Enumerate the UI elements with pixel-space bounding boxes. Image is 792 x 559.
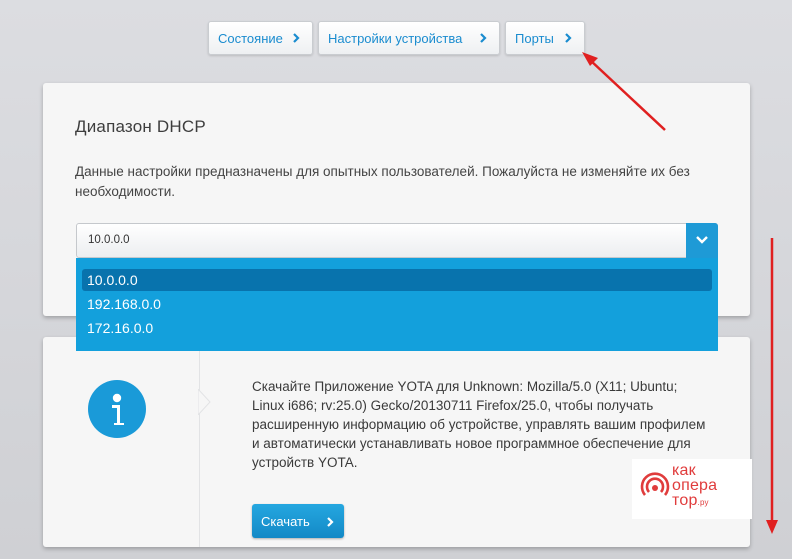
select-toggle-button[interactable] xyxy=(686,223,718,258)
app-promo-text: Скачайте Приложение YOTA для Unknown: Mo… xyxy=(252,379,706,470)
dropdown-option[interactable]: 172.16.0.0 xyxy=(82,317,712,339)
watermark-line3: тор xyxy=(672,492,698,509)
chevron-right-icon xyxy=(565,33,572,43)
tab-ports-label: Порты xyxy=(515,30,554,46)
chevron-right-icon xyxy=(480,33,487,43)
card-divider xyxy=(199,337,200,547)
dhcp-description: Данные настройки предназначены для опытн… xyxy=(75,164,690,199)
annotation-arrow-scroll-down xyxy=(766,238,778,534)
dropdown-option[interactable]: 192.168.0.0 xyxy=(82,293,712,315)
watermark-line3-wrap: тор.ру xyxy=(672,493,717,510)
download-button-label: Скачать xyxy=(261,513,310,529)
chevron-down-icon xyxy=(696,236,708,244)
info-icon xyxy=(88,380,146,438)
watermark-line1: как xyxy=(672,462,696,479)
tab-device-settings[interactable]: Настройки устройства xyxy=(318,21,500,55)
tab-status[interactable]: Состояние xyxy=(208,21,313,55)
chevron-right-icon xyxy=(293,33,300,43)
dropdown-option[interactable]: 10.0.0.0 xyxy=(82,269,712,291)
tab-status-label: Состояние xyxy=(218,30,283,46)
operator-logo-icon xyxy=(640,472,670,496)
select-current-value: 10.0.0.0 xyxy=(88,234,130,246)
tab-device-settings-label: Настройки устройства xyxy=(328,30,463,46)
chevron-right-icon xyxy=(327,517,334,527)
download-button[interactable]: Скачать xyxy=(252,504,344,538)
divider-notch xyxy=(198,389,211,415)
site-watermark: как опера тор.ру xyxy=(632,459,752,519)
dhcp-range-select[interactable]: 10.0.0.0 xyxy=(76,223,718,258)
tab-ports[interactable]: Порты xyxy=(505,21,585,55)
watermark-line2: опера xyxy=(672,477,718,494)
dhcp-range-dropdown: 10.0.0.0 192.168.0.0 172.16.0.0 xyxy=(76,258,718,351)
dhcp-title: Диапазон DHCP xyxy=(75,117,206,136)
watermark-text: как опера тор.ру xyxy=(672,463,717,510)
top-tabs: Состояние Настройки устройства Порты xyxy=(0,21,792,56)
watermark-suffix: .ру xyxy=(697,498,709,507)
